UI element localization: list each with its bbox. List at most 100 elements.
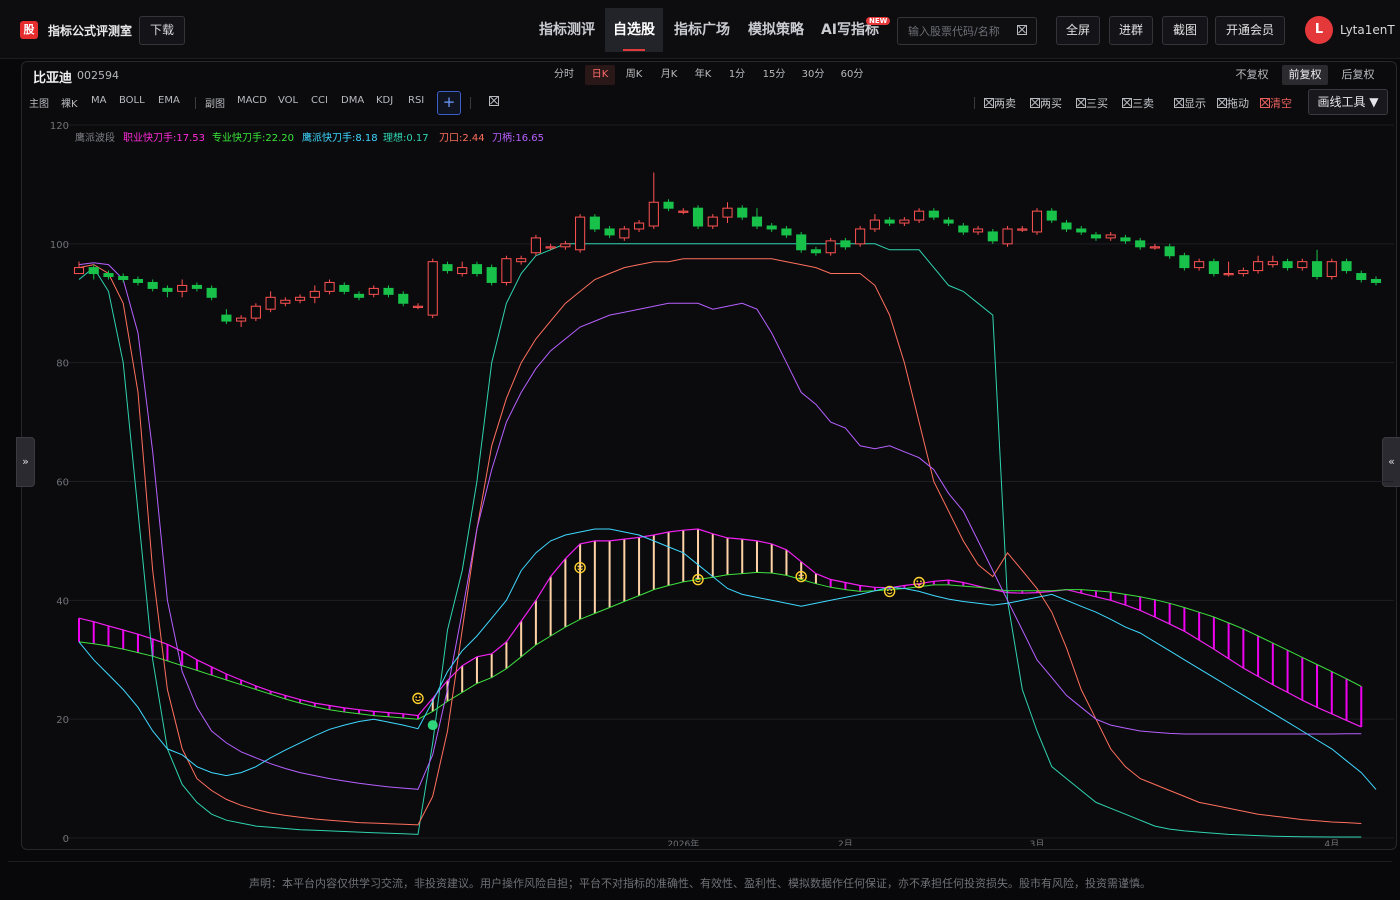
toggle-two-buy[interactable]: 两买 — [1030, 95, 1062, 111]
checkbox-icon — [1217, 98, 1227, 108]
indicator-line-0 — [78, 243, 1362, 838]
avatar[interactable]: L — [1305, 16, 1333, 44]
divider — [470, 97, 471, 109]
candle-body — [324, 281, 335, 292]
kline-chart[interactable]: 0 20 40 60 80 100 120 2026年 2月 3月 4月 — [22, 118, 1394, 846]
search-input[interactable] — [908, 18, 1008, 44]
candle-body — [1149, 246, 1160, 249]
x-tick-label: 2026年 — [667, 838, 699, 846]
candle-body — [471, 264, 483, 275]
candle-body — [987, 231, 998, 242]
join-group-button[interactable]: 进群 — [1109, 16, 1153, 45]
candle-body — [236, 317, 247, 322]
candle-body — [1061, 222, 1072, 230]
candle-body — [575, 216, 586, 251]
close-indicator-icon[interactable] — [489, 96, 499, 106]
indicator-macd[interactable]: MACD — [237, 95, 267, 106]
ribbon-upper-line — [78, 528, 1362, 728]
candle-body — [589, 216, 600, 230]
candle-body — [383, 287, 394, 295]
candle-body — [309, 290, 320, 298]
period-tab-1min[interactable]: 1分 — [726, 65, 748, 85]
candle-body — [958, 225, 969, 233]
candle-body — [663, 201, 674, 209]
signal-smiley-eye — [698, 577, 701, 580]
candle-body — [1120, 237, 1131, 242]
indicator-boll[interactable]: BOLL — [119, 95, 145, 106]
candle-body — [604, 228, 615, 236]
nav-ai-indicator[interactable]: AI写指标 — [813, 8, 887, 52]
toggle-clear[interactable]: 清空 — [1260, 95, 1292, 111]
search-clear-icon[interactable] — [1017, 25, 1027, 35]
nav-watchlist[interactable]: 自选股 — [605, 8, 663, 52]
candle-body — [737, 207, 748, 218]
adjust-none[interactable]: 不复权 — [1231, 65, 1273, 85]
period-tab-monthly[interactable]: 月K — [657, 65, 681, 85]
y-tick-label: 0 — [63, 834, 69, 845]
indicator-ma[interactable]: MA — [91, 95, 106, 106]
y-tick-label: 120 — [50, 121, 69, 132]
candle-body — [1135, 240, 1146, 248]
fullscreen-button[interactable]: 全屏 — [1056, 16, 1100, 45]
candle-body — [928, 210, 939, 218]
y-tick-label: 80 — [56, 359, 69, 370]
adjust-backward[interactable]: 后复权 — [1337, 65, 1379, 85]
period-tab-timeshare[interactable]: 分时 — [551, 65, 577, 85]
indicator-cci[interactable]: CCI — [311, 95, 328, 106]
candle-body — [722, 207, 733, 218]
screenshot-button[interactable]: 截图 — [1162, 16, 1208, 45]
candle-body — [250, 305, 261, 319]
candle-body — [1031, 210, 1043, 233]
candle-body — [869, 219, 880, 230]
signal-smiley-mouth — [695, 580, 701, 583]
nav-simulated-strategy[interactable]: 模拟策略 — [740, 8, 812, 52]
membership-button[interactable]: 开通会员 — [1215, 16, 1285, 45]
toggle-drag[interactable]: 拖动 — [1217, 95, 1249, 111]
period-tab-60min[interactable]: 60分 — [838, 65, 866, 85]
nav-indicator-square[interactable]: 指标广场 — [665, 8, 739, 52]
indicator-dma[interactable]: DMA — [341, 95, 364, 106]
indicator-ema[interactable]: EMA — [158, 95, 180, 106]
add-indicator-button[interactable]: + — [437, 91, 461, 115]
period-tab-daily[interactable]: 日K — [585, 65, 615, 85]
candle-body — [206, 287, 217, 298]
candle-body — [412, 305, 424, 308]
y-tick-label: 60 — [56, 478, 69, 489]
indicator-kdj[interactable]: KDJ — [376, 95, 393, 106]
candle-body — [840, 240, 851, 248]
candle-body — [619, 228, 630, 239]
candle-body — [118, 276, 129, 280]
period-tab-30min[interactable]: 30分 — [799, 65, 827, 85]
username[interactable]: Lyta1enT — [1340, 23, 1395, 37]
indicator-rsi[interactable]: RSI — [408, 95, 424, 106]
adjust-forward[interactable]: 前复权 — [1282, 65, 1328, 85]
candle-body — [1208, 261, 1219, 275]
toggle-show[interactable]: 显示 — [1174, 95, 1206, 111]
ribbon-lower-line — [78, 571, 1362, 720]
download-button[interactable]: 下载 — [139, 16, 185, 45]
signal-dot — [427, 720, 438, 731]
candle-body — [1076, 228, 1087, 233]
sub-chart-label: 副图 — [205, 99, 225, 110]
candle-body — [751, 216, 763, 227]
toggle-three-buy[interactable]: 三买 — [1076, 95, 1108, 111]
candle-body — [1356, 273, 1367, 280]
candle-body — [1179, 255, 1190, 269]
period-tab-yearly[interactable]: 年K — [691, 65, 715, 85]
nav-indicator-review[interactable]: 指标测评 — [529, 8, 605, 52]
indicator-raw-k[interactable]: 裸K — [61, 95, 78, 110]
period-tab-15min[interactable]: 15分 — [760, 65, 788, 85]
x-tick-label: 2月 — [838, 839, 853, 846]
signal-smiley-eye — [418, 696, 421, 699]
signal-smiley-eye — [802, 574, 804, 577]
candle-body — [810, 249, 822, 254]
candle-body — [442, 264, 453, 272]
toggle-three-sell[interactable]: 三卖 — [1122, 95, 1154, 111]
candle-body — [73, 267, 85, 275]
toggle-two-sell[interactable]: 两卖 — [984, 95, 1016, 111]
drawing-tools-button[interactable]: 画线工具 ▼ — [1308, 89, 1388, 115]
period-tab-weekly[interactable]: 周K — [622, 65, 646, 85]
indicator-line-2 — [78, 262, 1362, 790]
indicator-vol[interactable]: VOL — [278, 95, 298, 106]
stock-name: 比亚迪 — [33, 71, 73, 86]
